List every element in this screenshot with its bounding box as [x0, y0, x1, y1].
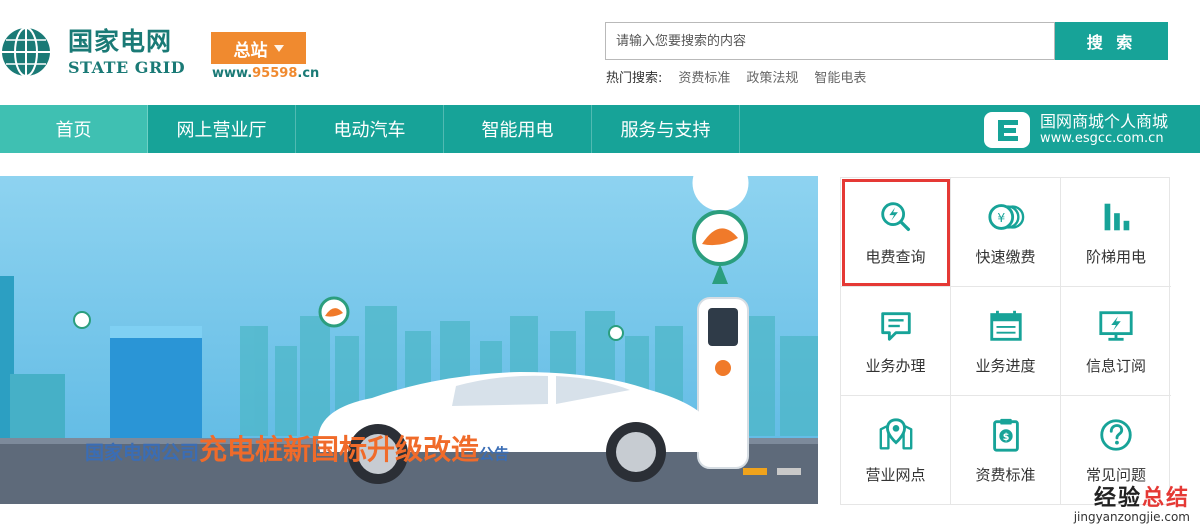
service-quick-pay[interactable]: ¥ 快速缴费	[951, 178, 1061, 287]
svg-text:¥: ¥	[997, 210, 1005, 224]
hot-search-link[interactable]: 资费标准	[678, 67, 730, 86]
logo-text-cn: 国家电网	[68, 27, 173, 56]
hot-search: 热门搜索: 资费标准 政策法规 智能电表	[606, 67, 866, 86]
service-outlets[interactable]: 营业网点	[841, 396, 951, 505]
station-select-button[interactable]: 总站	[211, 32, 306, 64]
mall-url: www.esgcc.com.cn	[1039, 130, 1164, 146]
search-bolt-icon	[880, 201, 910, 231]
service-progress[interactable]: 业务进度	[951, 287, 1061, 396]
banner-carousel[interactable]: 国家电网公司充电桩新国标升级改造公告	[0, 176, 818, 504]
service-tiered-power[interactable]: 阶梯用电	[1061, 178, 1171, 287]
nav-item-online-hall[interactable]: 网上营业厅	[148, 105, 296, 153]
service-label: 业务办理	[865, 356, 926, 375]
url-prefix: www.	[212, 66, 253, 81]
service-label: 营业网点	[865, 466, 926, 484]
bar-chart-icon	[1104, 203, 1130, 230]
coins-icon: ¥	[987, 203, 1024, 230]
service-label: 电费查询	[865, 247, 926, 266]
service-label: 业务进度	[975, 356, 1036, 375]
service-label: 资费标准	[975, 466, 1036, 484]
banner-title-prefix: 国家电网公司	[85, 442, 200, 464]
watermark-url: jingyanzongjie.com	[1073, 510, 1190, 524]
logo-text-en: STATE GRID	[68, 58, 186, 77]
url-suffix: .cn	[297, 66, 320, 81]
nav-item-home[interactable]: 首页	[0, 105, 148, 153]
banner-headline: 国家电网公司充电桩新国标升级改造公告	[85, 428, 509, 468]
search-button[interactable]: 搜 索	[1055, 22, 1168, 60]
message-icon	[880, 311, 911, 341]
mall-text: 国网商城个人商城 www.esgcc.com.cn	[1039, 112, 1168, 146]
caret-down-icon	[273, 44, 284, 52]
page: 国家电网 STATE GRID 总站 www.95598.cn 搜 索 热门搜索…	[0, 0, 1200, 530]
service-label: 快速缴费	[975, 247, 1036, 266]
carousel-dot-active[interactable]	[743, 468, 767, 475]
nav-item-service-support[interactable]: 服务与支持	[592, 105, 740, 153]
watermark-part1: 经验	[1093, 486, 1142, 511]
hot-search-label: 热门搜索:	[606, 71, 663, 86]
station-label: 总站	[233, 40, 268, 61]
service-tariff[interactable]: $ 资费标准	[951, 396, 1061, 505]
nav-item-ev[interactable]: 电动汽车	[296, 105, 444, 153]
hot-search-link[interactable]: 政策法规	[746, 67, 798, 86]
carousel-dot[interactable]	[777, 468, 801, 475]
watermark-text: 经验总结	[1074, 480, 1190, 512]
mall-title: 国网商城个人商城	[1039, 112, 1168, 132]
banner-title-main: 充电桩新国标升级改造	[199, 433, 480, 466]
esgcc-logo-icon	[983, 112, 1030, 148]
nav-item-smart-power[interactable]: 智能用电	[444, 105, 592, 153]
map-pin-icon	[879, 418, 912, 450]
clipboard-dollar-icon: $	[992, 418, 1019, 452]
service-label: 信息订阅	[1085, 356, 1146, 375]
service-subscribe[interactable]: 信息订阅	[1061, 287, 1171, 396]
watermark-part2: 总结	[1141, 486, 1190, 511]
main-nav: 首页 网上营业厅 电动汽车 智能用电 服务与支持 国网商城个人商城 www.es…	[0, 105, 1200, 153]
logo[interactable]: 国家电网 STATE GRID	[0, 20, 190, 80]
svg-text:$: $	[1002, 432, 1009, 443]
banner-title-suffix: 公告	[479, 445, 510, 463]
mall-link[interactable]: 国网商城个人商城 www.esgcc.com.cn	[983, 111, 1168, 149]
service-business[interactable]: 业务办理	[841, 287, 951, 396]
service-bill-query[interactable]: 电费查询	[841, 178, 951, 287]
service-label: 阶梯用电	[1085, 247, 1146, 266]
search-input[interactable]	[605, 22, 1055, 60]
state-grid-globe-icon	[2, 27, 50, 77]
hotline-url[interactable]: www.95598.cn	[212, 66, 319, 81]
calendar-icon	[989, 310, 1022, 341]
url-number: 95598	[252, 66, 298, 81]
question-icon	[1100, 419, 1132, 451]
header: 国家电网 STATE GRID 总站 www.95598.cn 搜 索 热门搜索…	[0, 0, 1200, 105]
carousel-indicators	[743, 468, 801, 475]
monitor-bolt-icon	[1099, 310, 1133, 341]
quick-services-grid: 电费查询 ¥ 快速缴费 阶梯用电 业务办理 业务进度 信息订阅 营业网点 $ 资…	[840, 177, 1171, 505]
hot-search-link[interactable]: 智能电表	[814, 67, 866, 86]
watermark: 经验总结 jingyanzongjie.com	[1074, 480, 1190, 524]
